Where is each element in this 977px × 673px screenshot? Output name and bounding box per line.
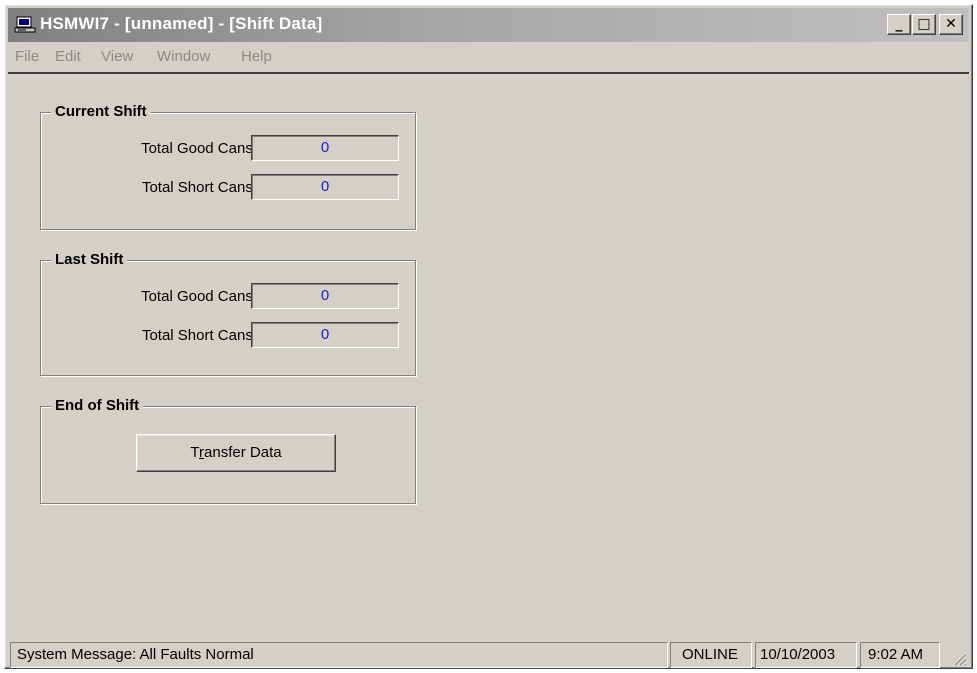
status-connection: ONLINE xyxy=(670,642,752,668)
maximize-button[interactable]: □ xyxy=(912,14,936,35)
current-short-cans-label: Total Short Cans: xyxy=(141,179,257,196)
last-shift-group: Last Shift Total Good Cans: 0 Total Shor… xyxy=(40,251,416,376)
window-title: HSMWI7 - [unnamed] - [Shift Data] xyxy=(40,14,323,33)
last-shift-title: Last Shift xyxy=(51,251,128,268)
menu-edit[interactable]: Edit xyxy=(55,48,81,65)
last-good-cans-value: 0 xyxy=(251,283,399,309)
menu-window[interactable]: Window xyxy=(157,48,210,65)
menu-view[interactable]: View xyxy=(101,48,133,65)
menu-help[interactable]: Help xyxy=(241,48,272,65)
last-short-cans-value: 0 xyxy=(251,322,399,348)
end-of-shift-title: End of Shift xyxy=(51,397,144,414)
computer-icon xyxy=(14,16,36,33)
transfer-data-button[interactable]: Transfer Data xyxy=(136,434,336,472)
status-bar: System Message: All Faults Normal ONLINE… xyxy=(8,642,969,668)
current-short-cans-value: 0 xyxy=(251,174,399,200)
current-good-cans-value: 0 xyxy=(251,135,399,161)
status-time: 9:02 AM xyxy=(860,642,940,668)
application-window: HSMWI7 - [unnamed] - [Shift Data] _ □ ✕ … xyxy=(4,4,973,669)
current-shift-title: Current Shift xyxy=(51,103,151,120)
transfer-data-label-rest: ansfer Data xyxy=(204,444,282,461)
current-shift-group: Current Shift Total Good Cans: 0 Total S… xyxy=(40,103,416,230)
shift-data-form: Current Shift Total Good Cans: 0 Total S… xyxy=(18,76,966,636)
title-bar[interactable]: HSMWI7 - [unnamed] - [Shift Data] _ □ ✕ xyxy=(8,8,969,42)
close-button[interactable]: ✕ xyxy=(939,14,963,35)
last-short-cans-label: Total Short Cans: xyxy=(141,327,257,344)
current-good-cans-label: Total Good Cans: xyxy=(141,140,257,157)
transfer-data-label-prefix: T xyxy=(190,444,200,461)
menu-file[interactable]: File xyxy=(15,48,39,65)
minimize-button[interactable]: _ xyxy=(887,14,911,35)
status-date: 10/10/2003 xyxy=(755,642,857,668)
last-good-cans-label: Total Good Cans: xyxy=(141,288,257,305)
menu-separator xyxy=(8,72,969,74)
resize-grip-icon[interactable] xyxy=(951,650,967,666)
end-of-shift-group: End of Shift Transfer Data xyxy=(40,397,416,504)
menu-bar: File Edit View Window Help xyxy=(8,43,969,71)
status-message: System Message: All Faults Normal xyxy=(10,642,668,668)
